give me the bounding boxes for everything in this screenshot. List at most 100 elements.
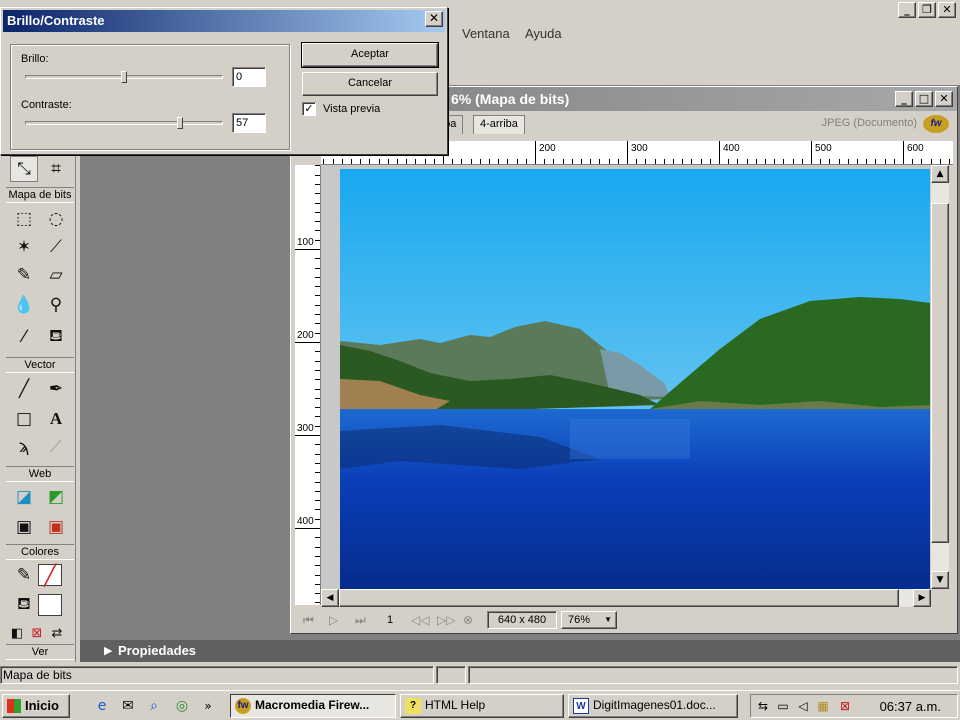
text-tool-icon[interactable]: A — [42, 406, 70, 432]
task-fireworks[interactable]: fw Macromedia Firew... — [230, 694, 396, 718]
scroll-down-icon[interactable]: ▼ — [931, 571, 949, 589]
windows-logo-icon — [7, 699, 21, 713]
stop-icon[interactable]: ⊗ — [463, 613, 473, 627]
close-icon[interactable]: ✕ — [938, 2, 956, 18]
fireworks-logo-icon[interactable]: fw — [923, 115, 949, 133]
more-quicklaunch-icon[interactable]: » — [198, 696, 218, 716]
vertical-scroll-thumb[interactable] — [931, 203, 949, 543]
rubber-stamp-icon[interactable]: ⚲ — [42, 292, 70, 318]
cancel-button[interactable]: Cancelar — [302, 72, 438, 96]
stroke-color-swatch[interactable]: ╱ — [38, 563, 62, 587]
show-slices-icon[interactable]: ▣ — [42, 514, 70, 540]
connection-icon[interactable]: ⊠ — [837, 698, 853, 714]
properties-panel[interactable]: ▶ Propiedades — [80, 640, 960, 662]
taskbar: Inicio e ✉ ⌕ ◎ » fw Macromedia Firew... … — [0, 690, 960, 720]
play-icon[interactable]: ▷ — [329, 613, 338, 627]
minimize-icon[interactable]: _ — [898, 2, 916, 18]
ruler-minor-tick — [820, 159, 821, 164]
brush-tool-icon[interactable]: ⟋ — [42, 234, 70, 260]
fill-color-icon[interactable]: ⛾ — [10, 592, 38, 618]
last-frame-icon[interactable]: ⏭ — [355, 613, 366, 628]
close-icon[interactable]: ✕ — [425, 11, 443, 27]
contrast-slider-track[interactable] — [25, 121, 223, 125]
lasso-tool-icon[interactable]: ◌ — [42, 206, 70, 232]
brightness-slider-thumb[interactable] — [121, 71, 127, 83]
brightness-input[interactable] — [232, 67, 266, 87]
canvas-size[interactable]: 640 x 480 — [487, 611, 557, 629]
outlook-icon[interactable]: ✉ — [118, 696, 138, 716]
crop-tool-icon[interactable]: ⌗ — [42, 156, 70, 182]
horizontal-scrollbar[interactable]: ◀ ▶ — [321, 589, 931, 607]
vertical-scrollbar[interactable]: ▲ ▼ — [931, 165, 949, 589]
monitor-icon[interactable]: ▭ — [775, 698, 791, 714]
first-frame-icon[interactable]: ⏮ — [303, 613, 314, 628]
horizontal-scroll-thumb[interactable] — [339, 589, 899, 607]
media-icon[interactable]: ◎ — [172, 696, 192, 716]
hotspot-tool-icon[interactable]: ◪ — [10, 484, 38, 510]
canvas-area[interactable] — [321, 165, 931, 589]
slice-tool-icon[interactable]: ◩ — [42, 484, 70, 510]
restore-icon[interactable]: ❐ — [918, 2, 936, 18]
doc-maximize-icon[interactable]: □ — [915, 91, 933, 107]
pen-tool-icon[interactable]: ✒ — [42, 376, 70, 402]
task-word-doc[interactable]: W DigitImagenes01.doc... — [568, 694, 738, 718]
zoom-select[interactable]: 76% ▼ — [561, 611, 617, 629]
preview-checkbox[interactable]: ✓ — [302, 102, 316, 116]
rectangle-tool-icon[interactable]: □ — [10, 406, 38, 432]
doc-close-icon[interactable]: ✕ — [935, 91, 953, 107]
ok-button[interactable]: Aceptar — [301, 42, 439, 68]
ruler-minor-tick — [315, 556, 320, 557]
display-icon[interactable]: ▦ — [815, 698, 831, 714]
start-button[interactable]: Inicio — [2, 694, 70, 718]
volume-icon[interactable]: ◁ — [795, 698, 811, 714]
prev-frame-icon[interactable]: ◁◁ — [411, 613, 429, 627]
ruler-h-label: 500 — [815, 143, 832, 154]
default-colors-icon[interactable]: ◧ — [8, 620, 26, 646]
line-tool-icon[interactable]: ╱ — [10, 376, 38, 402]
swap-colors-icon[interactable]: ⇄ — [48, 620, 66, 646]
landscape-photo[interactable] — [340, 169, 930, 589]
ruler-minor-tick — [517, 159, 518, 164]
no-color-icon[interactable]: ⊠ — [28, 620, 46, 646]
eyedropper-icon[interactable]: ⁄ — [10, 324, 38, 350]
scroll-up-icon[interactable]: ▲ — [931, 165, 949, 183]
scale-tool-icon[interactable]: ⤡ — [10, 156, 38, 182]
ruler-minor-tick — [315, 323, 320, 324]
ruler-minor-tick — [333, 159, 334, 164]
scroll-right-icon[interactable]: ▶ — [913, 589, 931, 607]
doc-minimize-icon[interactable]: _ — [895, 91, 913, 107]
ie-icon[interactable]: e — [92, 696, 112, 716]
expand-arrow-icon[interactable]: ▶ — [104, 644, 112, 657]
paint-bucket-icon[interactable]: ⛾ — [42, 324, 70, 350]
task-html-help[interactable]: ? HTML Help — [400, 694, 564, 718]
next-frame-icon[interactable]: ▷▷ — [437, 613, 455, 627]
knife-tool-icon[interactable]: ⟋ — [42, 434, 70, 460]
freeform-tool-icon[interactable]: ϡ — [10, 434, 38, 460]
marquee-tool-icon[interactable]: ⬚ — [10, 206, 38, 232]
tools-section-bitmap: Mapa de bits — [6, 187, 74, 203]
menu-ventana[interactable]: Ventana — [462, 26, 510, 41]
blur-tool-icon[interactable]: 💧 — [10, 292, 38, 318]
menu-ayuda[interactable]: Ayuda — [525, 26, 562, 41]
ruler-minor-tick — [747, 159, 748, 164]
contrast-input[interactable] — [232, 113, 266, 133]
tab-4-arriba[interactable]: 4-arriba — [473, 115, 525, 134]
ruler-minor-tick — [342, 159, 343, 164]
explorer-icon[interactable]: ⌕ — [144, 696, 164, 716]
contrast-slider-thumb[interactable] — [177, 117, 184, 129]
eraser-tool-icon[interactable]: ▱ — [42, 262, 70, 288]
ruler-minor-tick — [315, 509, 320, 510]
ruler-minor-tick — [673, 159, 674, 164]
ruler-minor-tick — [866, 159, 867, 164]
hide-slices-icon[interactable]: ▣ — [10, 514, 38, 540]
stroke-color-icon[interactable]: ✎ — [10, 562, 38, 588]
scroll-left-icon[interactable]: ◀ — [321, 589, 339, 607]
ruler-major-tick — [295, 342, 320, 343]
ruler-minor-tick — [728, 159, 729, 164]
pencil-tool-icon[interactable]: ✎ — [10, 262, 38, 288]
fill-color-swatch[interactable] — [38, 594, 62, 616]
ruler-minor-tick — [599, 159, 600, 164]
ruler-minor-tick — [553, 159, 554, 164]
network-icon[interactable]: ⇆ — [755, 698, 771, 714]
magic-wand-icon[interactable]: ✶ — [10, 234, 38, 260]
